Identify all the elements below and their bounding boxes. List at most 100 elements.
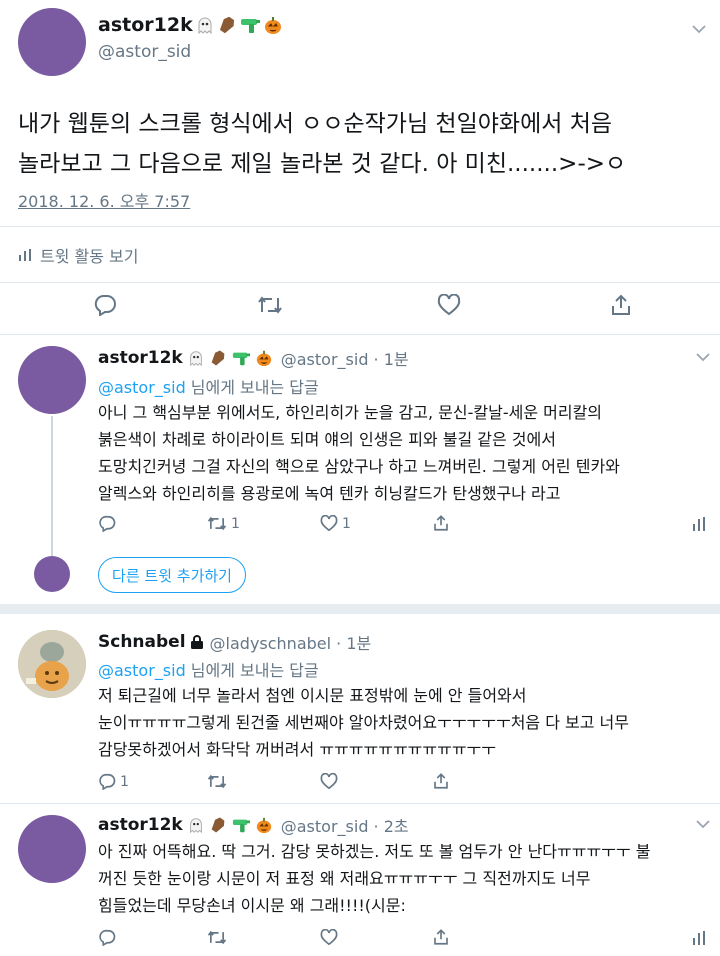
pumpkin-icon [255,349,273,367]
retweet-button[interactable] [207,773,227,790]
like-button[interactable] [320,929,338,946]
share-icon [609,293,633,317]
water-gun-icon [231,349,251,367]
ghost-icon [187,349,205,367]
add-another-tweet-button[interactable]: 다른 트윗 추가하기 [98,557,246,593]
retweet-button[interactable] [207,929,227,946]
handle-time[interactable]: @astor_sid · 1분 [281,346,409,370]
ghost-icon [195,15,215,35]
display-name[interactable]: astor12k [98,14,193,36]
reply-icon [98,929,116,946]
tweet-activity-link[interactable]: 트윗 활동 보기 [18,243,139,267]
author-row: astor12k @astor_sid · 1분 [98,346,409,370]
avatar[interactable] [18,815,86,883]
author-row: astor12k [98,14,283,36]
reply-to: @astor_sid 님에게 보내는 답글 [98,657,319,681]
analytics-icon [692,516,706,532]
like-icon [320,773,338,790]
reply-icon [98,515,116,532]
avatar[interactable] [18,630,86,698]
coffin-icon [209,816,227,834]
tweet-text-line: 알렉스와 하인리히를 용광로에 녹여 텐카 히닝칼드가 탄생했구나 라고 [98,484,561,503]
chevron-down-icon[interactable] [696,352,710,362]
author-row: astor12k @astor_sid · 2초 [98,813,409,837]
display-name[interactable]: Schnabel [98,632,186,652]
chevron-down-icon[interactable] [692,24,706,34]
retweet-icon [257,294,283,316]
tweet-text-line: 눈이ㅠㅠㅠㅠ그렇게 된건줄 세번째야 알아차렸어요ㅜㅜㅜㅜㅜ처음 다 보고 너무 [98,713,629,732]
tweet-text-line: 아 진짜 어뜩해요. 딱 그거. 감당 못하겠는. 저도 또 볼 엄두가 안 난… [98,842,651,861]
handle[interactable]: @astor_sid [98,42,191,62]
retweet-count: 1 [231,515,240,532]
reply-to-link[interactable]: @astor_sid [98,378,186,397]
reply-button[interactable]: 1 [98,773,129,790]
avatar[interactable] [18,8,86,76]
share-icon [432,514,450,532]
water-gun-icon [239,15,261,35]
tweet-text-line: 놀라보고 그 다음으로 제일 놀라본 것 같다. 아 미친.......>->ㅇ [18,151,627,177]
chevron-down-icon[interactable] [696,819,710,829]
ghost-icon [187,816,205,834]
avatar-small[interactable] [34,556,70,592]
tweet-text-line: 도망치긴커녕 그걸 자신의 핵으로 삼았구나 하고 느껴버린. 그렇게 어린 텐… [98,457,620,476]
like-icon [320,515,338,532]
tweet-text-line: 붉은색이 차례로 하이라이트 되며 얘의 인생은 피와 불길 같은 것에서 [98,430,556,449]
reply-to-link[interactable]: @astor_sid [98,661,186,680]
divider [0,282,720,283]
retweet-icon [207,773,227,790]
tweet-text: 아 진짜 어뜩해요. 딱 그거. 감당 못하겠는. 저도 또 볼 엄두가 안 난… [98,838,713,919]
lock-icon [190,634,204,650]
display-name[interactable]: astor12k [98,348,183,368]
pumpkin-icon [263,15,283,35]
tweet-text-line: 아니 그 핵심부분 위에서도, 하인리히가 눈을 감고, 문신-칼날-세운 머리… [98,403,603,422]
share-icon [432,772,450,790]
avatar[interactable] [18,346,86,414]
retweet-icon [207,929,227,946]
retweet-icon [207,515,227,532]
tweet-text: 아니 그 핵심부분 위에서도, 하인리히가 눈을 감고, 문신-칼날-세운 머리… [98,399,713,507]
reply-button[interactable] [93,294,117,316]
pumpkin-icon [255,816,273,834]
reply-icon [98,773,116,790]
share-button[interactable] [432,772,450,790]
divider [0,334,720,335]
like-count: 1 [342,515,351,532]
retweet-button[interactable] [257,294,283,316]
author-row: Schnabel @ladyschnabel · 1분 [98,630,371,654]
share-button[interactable] [609,293,633,317]
section-divider [0,604,720,614]
timestamp[interactable]: 2018. 12. 6. 오후 7:57 [18,188,190,212]
coffin-icon [217,15,237,35]
tweet-text-line: 힘들었는데 무당손녀 이시문 왜 그래!!!!(시문: [98,896,406,915]
tweet-text: 저 퇴근길에 너무 놀라서 첨엔 이시문 표정밖에 눈에 안 들어와서 눈이ㅠㅠ… [98,682,713,763]
comment-count: 1 [120,773,129,790]
share-icon [432,928,450,946]
reply-to: @astor_sid 님에게 보내는 답글 [98,374,319,398]
tweet-text: 내가 웹툰의 스크롤 형식에서 ㅇㅇ순작가님 천일야화에서 처음 놀라보고 그 … [18,104,708,184]
share-button[interactable] [432,928,450,946]
activity-label: 트윗 활동 보기 [40,247,139,266]
display-name[interactable]: astor12k [98,815,183,835]
analytics-icon [692,930,706,946]
handle-time[interactable]: @ladyschnabel · 1분 [210,630,372,654]
like-icon [437,294,461,316]
reply-to-suffix: 님에게 보내는 답글 [185,661,319,680]
tweet-text-line: 꺼진 듯한 눈이랑 시문이 저 표정 왜 저래요ㅠㅠㅠㅜㅜ 그 직전까지도 너무 [98,869,591,888]
analytics-button[interactable] [692,516,706,532]
coffin-icon [209,349,227,367]
reply-button[interactable] [98,929,116,946]
reply-button[interactable] [98,515,116,532]
like-button[interactable]: 1 [320,515,351,532]
retweet-button[interactable]: 1 [207,515,240,532]
analytics-button[interactable] [692,930,706,946]
tweet-text-line: 감당못하겠어서 화닥닥 꺼버려서 ㅠㅠㅠㅠㅠㅠㅠㅠㅠㅠㅜㅜ [98,740,496,759]
like-button[interactable] [437,294,461,316]
like-icon [320,929,338,946]
divider [0,226,720,227]
share-button[interactable] [432,514,450,532]
reply-icon [93,294,117,316]
like-button[interactable] [320,773,338,790]
analytics-icon [18,248,32,262]
water-gun-icon [231,816,251,834]
handle-time[interactable]: @astor_sid · 2초 [281,813,409,837]
